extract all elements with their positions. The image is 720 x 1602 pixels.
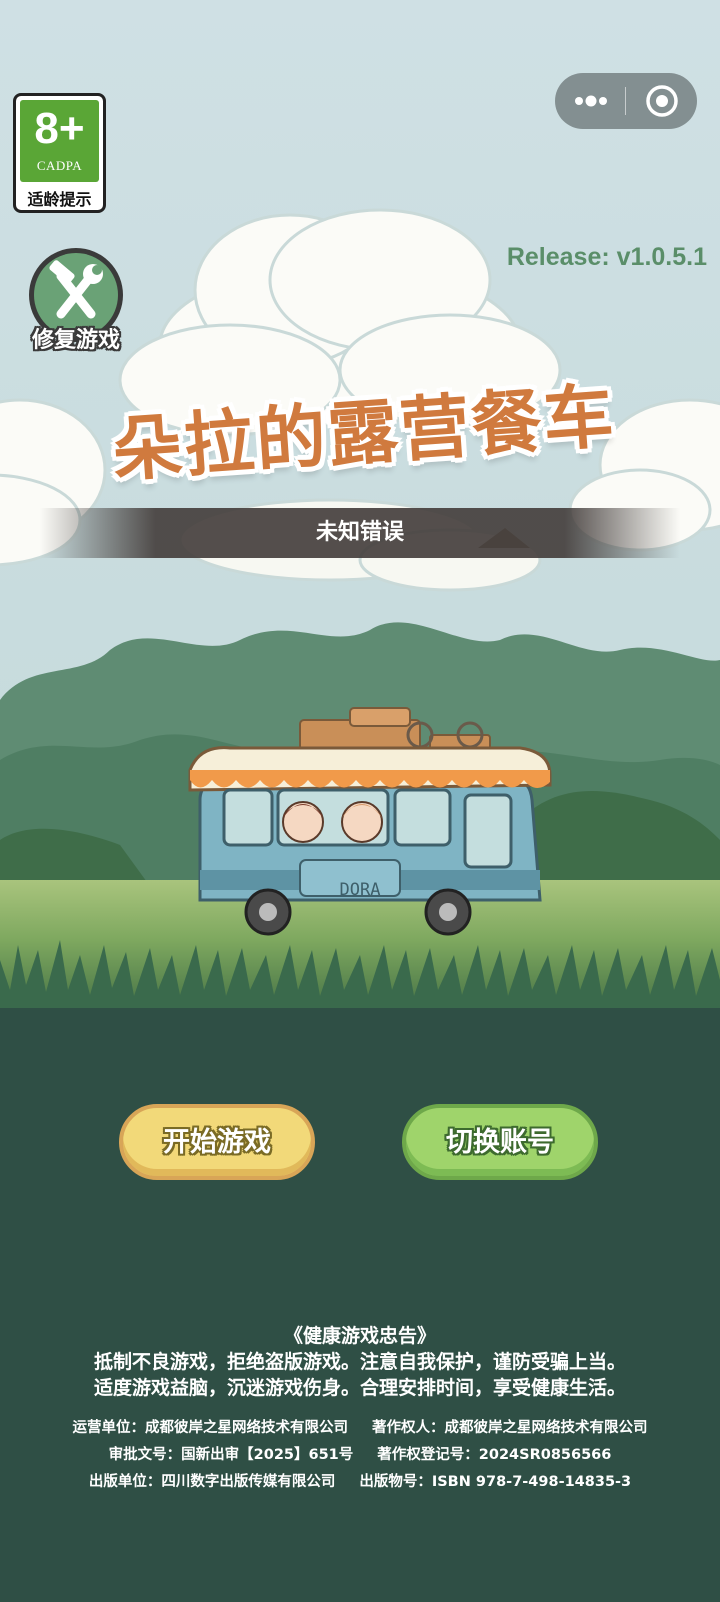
copyright-holder-text: 著作权人：成都彼岸之星网络技术有限公司 bbox=[372, 1420, 648, 1436]
start-game-button[interactable]: 开始游戏 bbox=[119, 1104, 315, 1180]
operator-text: 运营单位：成都彼岸之星网络技术有限公司 bbox=[72, 1420, 349, 1436]
age-rating-label: 适龄提示 bbox=[27, 190, 92, 209]
footer-credits-row-2: 审批文号：国新出审【2025】651号 著作权登记号：2024SR0856566 bbox=[0, 1442, 720, 1469]
publisher-text: 出版单位：四川数字出版传媒有限公司 bbox=[88, 1474, 336, 1490]
age-rating-org: CADPA bbox=[36, 158, 83, 173]
age-rating-block: 8+ CADPA bbox=[20, 100, 99, 182]
close-button[interactable] bbox=[627, 73, 697, 129]
repair-game-button[interactable]: 修复游戏 bbox=[20, 246, 132, 356]
more-button[interactable] bbox=[555, 73, 625, 129]
footer: 《健康游戏忠告》 抵制不良游戏，拒绝盗版游戏。注意自我保护，谨防受骗上当。 适度… bbox=[0, 1323, 720, 1496]
capsule-divider bbox=[625, 87, 626, 115]
release-version: Release: v1.0.5.1 bbox=[506, 243, 707, 271]
error-toast: 未知错误 bbox=[40, 508, 680, 558]
error-message: 未知错误 bbox=[315, 520, 404, 545]
bus-plate: DORA bbox=[340, 880, 381, 900]
health-notice-title: 《健康游戏忠告》 bbox=[283, 1325, 436, 1347]
repair-game-label: 修复游戏 bbox=[31, 328, 120, 353]
age-rating-badge: 8+ CADPA 适龄提示 bbox=[13, 93, 106, 213]
approval-number-text: 审批文号：国新出审【2025】651号 bbox=[108, 1447, 354, 1463]
bus-plate-text: DORA bbox=[340, 880, 381, 900]
copyright-registration-text: 著作权登记号：2024SR0856566 bbox=[377, 1447, 612, 1463]
isbn-text: 出版物号：ISBN 978-7-498-14835-3 bbox=[359, 1474, 632, 1490]
health-notice-line-1: 抵制不良游戏，拒绝盗版游戏。注意自我保护，谨防受骗上当。 bbox=[93, 1351, 626, 1373]
switch-account-button[interactable]: 切换账号 bbox=[402, 1104, 598, 1180]
age-rating-number: 8+ bbox=[34, 104, 85, 153]
health-notice-line-2: 适度游戏益脑，沉迷游戏伤身。合理安排时间，享受健康生活。 bbox=[93, 1377, 626, 1399]
target-close-icon bbox=[646, 85, 678, 117]
mini-program-capsule bbox=[555, 73, 697, 129]
footer-credits-row-3: 出版单位：四川数字出版传媒有限公司 出版物号：ISBN 978-7-498-148… bbox=[0, 1469, 720, 1496]
more-dots-icon bbox=[575, 95, 607, 107]
footer-credits-row-1: 运营单位：成都彼岸之星网络技术有限公司 著作权人：成都彼岸之星网络技术有限公司 bbox=[0, 1415, 720, 1442]
